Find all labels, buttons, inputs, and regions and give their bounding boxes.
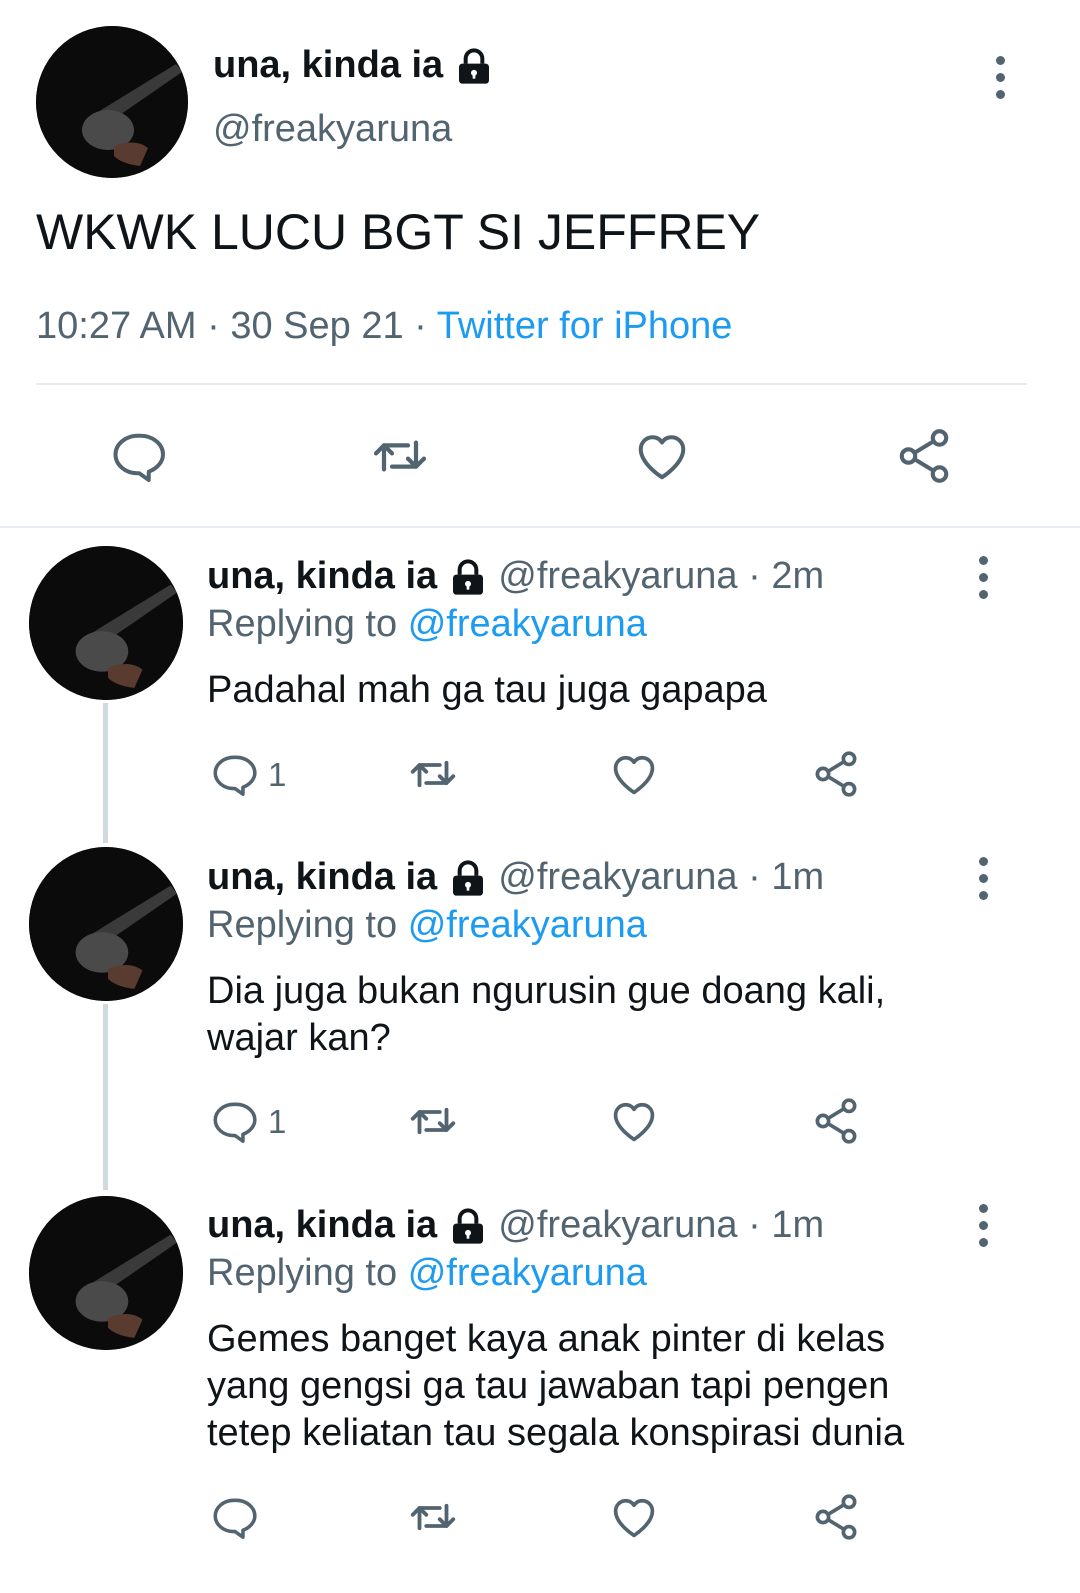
reply-text-line: yang gengsi ga tau jawaban tapi pengen [207,1365,890,1407]
retweet-icon[interactable] [406,747,460,801]
like-icon[interactable] [608,1491,660,1543]
reply-age[interactable]: 2m [771,555,824,597]
replying-to-label: Replying to [207,603,398,645]
share-icon[interactable] [893,425,955,487]
tweet-time[interactable]: 10:27 AM [36,305,197,347]
reply-text: Dia juga bukan ngurusin gue doang kali, … [207,968,885,1062]
more-vertical-icon [978,857,988,866]
author-display-name[interactable]: una, kinda ia [213,44,494,87]
replying-to-handle[interactable]: @freakyaruna [408,904,647,946]
more-options-button[interactable] [976,857,990,908]
reply-text-line: Padahal mah ga tau juga gapapa [207,669,767,711]
reply-avatar[interactable] [29,1196,183,1350]
reply-separator: · [748,856,761,898]
reply-count: 1 [268,1103,287,1140]
tweet-date[interactable]: 30 Sep 21 [230,305,403,347]
meta-separator: · [414,305,427,347]
more-vertical-icon [978,556,988,565]
divider [36,383,1027,385]
reply-count: 1 [268,756,287,793]
reply-age[interactable]: 1m [771,1204,824,1246]
more-options-button[interactable] [993,56,1007,107]
reply-header: una, kinda ia @freakyaruna · 2m [207,555,824,598]
reply-text-line: wajar kan? [207,1017,391,1059]
reply-display-name[interactable]: una, kinda ia [207,555,437,597]
reply-text-line: Gemes banget kaya anak pinter di kelas [207,1318,886,1360]
replying-to: Replying to @freakyaruna [207,1252,647,1295]
like-icon[interactable] [608,1095,660,1147]
guitar-avatar-image [29,546,183,700]
more-options-button[interactable] [976,1204,990,1255]
reply-icon[interactable] [209,750,259,800]
replying-to-label: Replying to [207,904,398,946]
more-vertical-icon [995,56,1005,65]
reply-handle[interactable]: @freakyaruna [498,856,737,898]
reply-display-name[interactable]: una, kinda ia [207,1204,437,1246]
lock-icon [452,559,483,595]
tweet-text: WKWK LUCU BGT SI JEFFREY [36,204,761,260]
reply-display-name[interactable]: una, kinda ia [207,856,437,898]
lock-icon [452,1208,483,1244]
guitar-avatar-image [36,26,188,178]
guitar-avatar-image [29,847,183,1001]
reply-icon[interactable] [108,427,168,487]
like-icon[interactable] [608,748,660,800]
reply-header: una, kinda ia @freakyaruna · 1m [207,1204,824,1247]
tweet-meta: 10:27 AM · 30 Sep 21 · Twitter for iPhon… [36,305,732,348]
reply-text-line: Dia juga bukan ngurusin gue doang kali, [207,970,886,1012]
replying-to: Replying to @freakyaruna [207,904,647,947]
reply-icon[interactable] [209,1097,259,1147]
tweet-source-link[interactable]: Twitter for iPhone [437,305,733,347]
retweet-icon[interactable] [406,1094,460,1148]
guitar-avatar-image [29,1196,183,1350]
reply-icon[interactable] [209,1493,259,1543]
reply-age[interactable]: 1m [771,856,824,898]
reply-text-line: tetep keliatan tau segala konspirasi dun… [207,1412,905,1454]
author-handle[interactable]: @freakyaruna [213,108,452,151]
reply-handle[interactable]: @freakyaruna [498,1204,737,1246]
reply-avatar[interactable] [29,546,183,700]
lock-icon [458,48,489,84]
meta-separator: · [207,305,220,347]
reply-separator: · [748,555,761,597]
reply-handle[interactable]: @freakyaruna [498,555,737,597]
author-avatar[interactable] [36,26,188,178]
reply-avatar[interactable] [29,847,183,1001]
reply-header: una, kinda ia @freakyaruna · 1m [207,856,824,899]
thread-line [103,703,108,843]
more-options-button[interactable] [976,556,990,607]
reply-text: Gemes banget kaya anak pinter di kelas y… [207,1316,904,1457]
section-divider [0,526,1080,528]
replying-to-handle[interactable]: @freakyaruna [408,1252,647,1294]
lock-icon [452,860,483,896]
share-icon[interactable] [810,748,862,800]
replying-to-label: Replying to [207,1252,398,1294]
replying-to-handle[interactable]: @freakyaruna [408,603,647,645]
reply-separator: · [748,1204,761,1246]
like-icon[interactable] [632,426,692,486]
retweet-icon[interactable] [406,1490,460,1544]
share-icon[interactable] [810,1491,862,1543]
replying-to: Replying to @freakyaruna [207,603,647,646]
thread-line [103,1004,108,1190]
author-name-text: una, kinda ia [213,44,444,86]
reply-text: Padahal mah ga tau juga gapapa [207,667,767,714]
retweet-icon[interactable] [368,424,432,488]
more-vertical-icon [978,1204,988,1213]
share-icon[interactable] [810,1095,862,1147]
